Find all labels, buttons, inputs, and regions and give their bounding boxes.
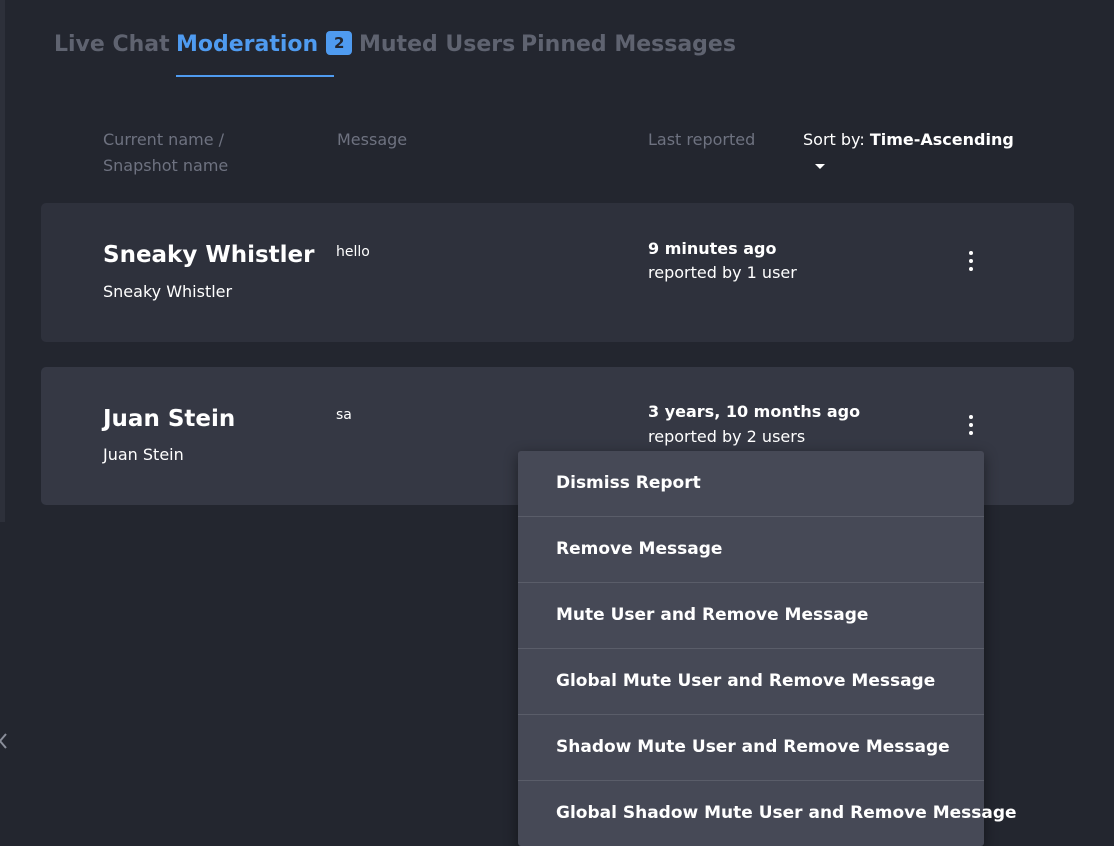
menu-item-mute-user[interactable]: Mute User and Remove Message bbox=[518, 583, 984, 649]
menu-item-dismiss-report[interactable]: Dismiss Report bbox=[518, 451, 984, 517]
report-message: sa bbox=[336, 407, 352, 423]
active-tab-indicator bbox=[176, 75, 334, 77]
report-time: 3 years, 10 months ago bbox=[648, 402, 861, 421]
sort-dropdown[interactable]: Sort by: Time-Ascending bbox=[803, 127, 1014, 153]
column-header-last-reported: Last reported bbox=[648, 130, 756, 149]
tab-label: Moderation bbox=[176, 32, 319, 57]
moderation-count-badge: 2 bbox=[326, 31, 353, 55]
caret-down-icon[interactable] bbox=[815, 164, 825, 169]
report-message: hello bbox=[336, 244, 370, 260]
tab-label: Live Chat bbox=[54, 32, 170, 57]
report-card: Sneaky Whistler Sneaky Whistler hello 9 … bbox=[41, 203, 1074, 342]
tab-pinned-messages[interactable]: Pinned Messages bbox=[521, 28, 736, 62]
report-count: reported by 1 user bbox=[648, 263, 797, 282]
report-snapshot-name: Juan Stein bbox=[103, 445, 184, 464]
report-actions-menu: Dismiss Report Remove Message Mute User … bbox=[518, 451, 1017, 846]
tab-label: Pinned Messages bbox=[521, 32, 736, 57]
chevron-left-icon[interactable] bbox=[0, 731, 10, 751]
tab-live-chat[interactable]: Live Chat bbox=[54, 28, 170, 62]
column-header-message: Message bbox=[337, 130, 408, 149]
more-options-icon[interactable] bbox=[956, 246, 986, 276]
report-user-name: Juan Stein bbox=[103, 406, 236, 432]
left-panel-edge bbox=[0, 0, 5, 522]
report-time: 9 minutes ago bbox=[648, 239, 777, 258]
menu-item-remove-message[interactable]: Remove Message bbox=[518, 517, 984, 583]
menu-item-shadow-mute-user[interactable]: Shadow Mute User and Remove Message bbox=[518, 715, 984, 781]
report-user-name: Sneaky Whistler bbox=[103, 242, 315, 268]
tab-muted-users[interactable]: Muted Users bbox=[359, 28, 515, 62]
more-options-icon[interactable] bbox=[956, 410, 986, 440]
sort-value: Time-Ascending bbox=[869, 130, 1014, 149]
menu-item-global-mute-user[interactable]: Global Mute User and Remove Message bbox=[518, 649, 984, 715]
tab-label: Muted Users bbox=[359, 32, 516, 57]
sort-label: Sort by: bbox=[803, 130, 865, 149]
tab-moderation[interactable]: Moderation 2 bbox=[176, 28, 353, 62]
report-count: reported by 2 users bbox=[648, 427, 806, 446]
report-snapshot-name: Sneaky Whistler bbox=[103, 282, 233, 301]
menu-item-global-shadow-mute-user[interactable]: Global Shadow Mute User and Remove Messa… bbox=[518, 781, 1017, 846]
column-header-name: Current name / Snapshot name bbox=[103, 130, 229, 175]
